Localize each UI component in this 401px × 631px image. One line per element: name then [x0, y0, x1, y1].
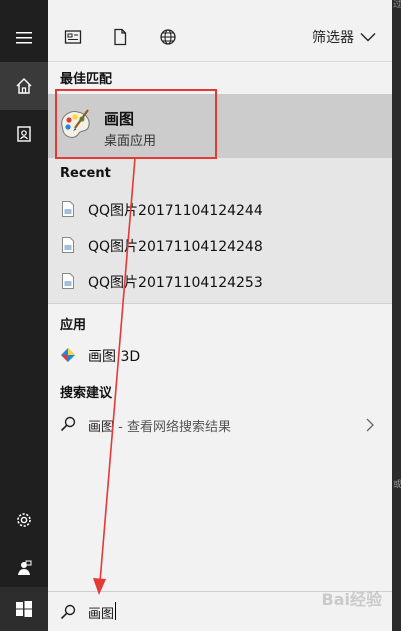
- filter-label: 筛选器: [312, 30, 354, 46]
- web-filter-icon[interactable]: [159, 28, 177, 46]
- image-file-icon: [62, 237, 74, 253]
- app-result-item[interactable]: 画图 3D: [48, 338, 392, 372]
- start-rail: [0, 0, 48, 631]
- home-icon: [16, 78, 32, 94]
- recent-item-label: QQ图片20171104124248: [88, 239, 263, 255]
- text-caret: [115, 602, 116, 620]
- search-input[interactable]: 画图: [88, 603, 114, 622]
- settings-button[interactable]: [0, 496, 48, 544]
- recent-item[interactable]: QQ图片20171104124244: [48, 191, 392, 227]
- start-button[interactable]: [0, 587, 48, 631]
- feedback-icon: [18, 560, 32, 575]
- app-result-label: 画图 3D: [88, 349, 141, 365]
- suggestions-heading: 搜索建议: [60, 386, 113, 401]
- feedback-button[interactable]: [0, 544, 48, 592]
- desktop-text-fragment: 或: [393, 480, 401, 490]
- best-match-type: 桌面应用: [104, 134, 157, 149]
- recent-item[interactable]: QQ图片20171104124253: [48, 263, 392, 299]
- paint-palette-icon: [61, 109, 90, 138]
- documents-button[interactable]: [0, 110, 48, 158]
- suggestion-term: 画图: [88, 420, 115, 435]
- recent-item-label: QQ图片20171104124253: [88, 275, 263, 291]
- chevron-right-icon[interactable]: [366, 418, 374, 432]
- windows-logo-icon: [16, 601, 32, 617]
- chevron-down-icon: [360, 33, 376, 42]
- menu-button[interactable]: [0, 14, 48, 62]
- documents-icon: [17, 126, 31, 142]
- filter-dropdown[interactable]: 筛选器: [312, 27, 376, 47]
- gear-icon: [17, 513, 31, 527]
- best-match-name: 画图: [104, 110, 135, 128]
- recent-item-label: QQ图片20171104124244: [88, 203, 263, 219]
- image-file-icon: [62, 273, 74, 289]
- hamburger-icon: [16, 32, 32, 44]
- documents-filter-icon[interactable]: [111, 28, 129, 46]
- search-icon: [60, 416, 76, 432]
- desktop-text-fragment: 过: [393, 0, 401, 10]
- best-match-result[interactable]: 画图 桌面应用: [48, 94, 392, 158]
- apps-filter-icon[interactable]: [64, 28, 82, 46]
- search-icon: [60, 604, 76, 620]
- apps-heading: 应用: [60, 318, 87, 333]
- search-filter-bar: 筛选器: [48, 10, 392, 62]
- recent-section: Recent QQ图片20171104124244 QQ图片2017110412…: [48, 158, 392, 304]
- search-panel: 筛选器 最佳匹配 画图 桌面应用 Recent QQ图片201711041242…: [48, 0, 392, 631]
- web-suggestion-label: 画图 - 查看网络搜索结果: [88, 416, 231, 435]
- watermark: Bai经验: [321, 590, 382, 609]
- paint3d-icon: [61, 348, 75, 362]
- image-file-icon: [62, 201, 74, 217]
- home-button[interactable]: [0, 62, 48, 110]
- desktop-background: 过 或: [392, 0, 401, 631]
- web-suggestion-item[interactable]: 画图 - 查看网络搜索结果: [48, 406, 392, 444]
- best-match-heading: 最佳匹配: [60, 72, 113, 87]
- suggestion-hint: - 查看网络搜索结果: [114, 420, 231, 435]
- recent-item[interactable]: QQ图片20171104124248: [48, 227, 392, 263]
- recent-heading: Recent: [60, 166, 111, 181]
